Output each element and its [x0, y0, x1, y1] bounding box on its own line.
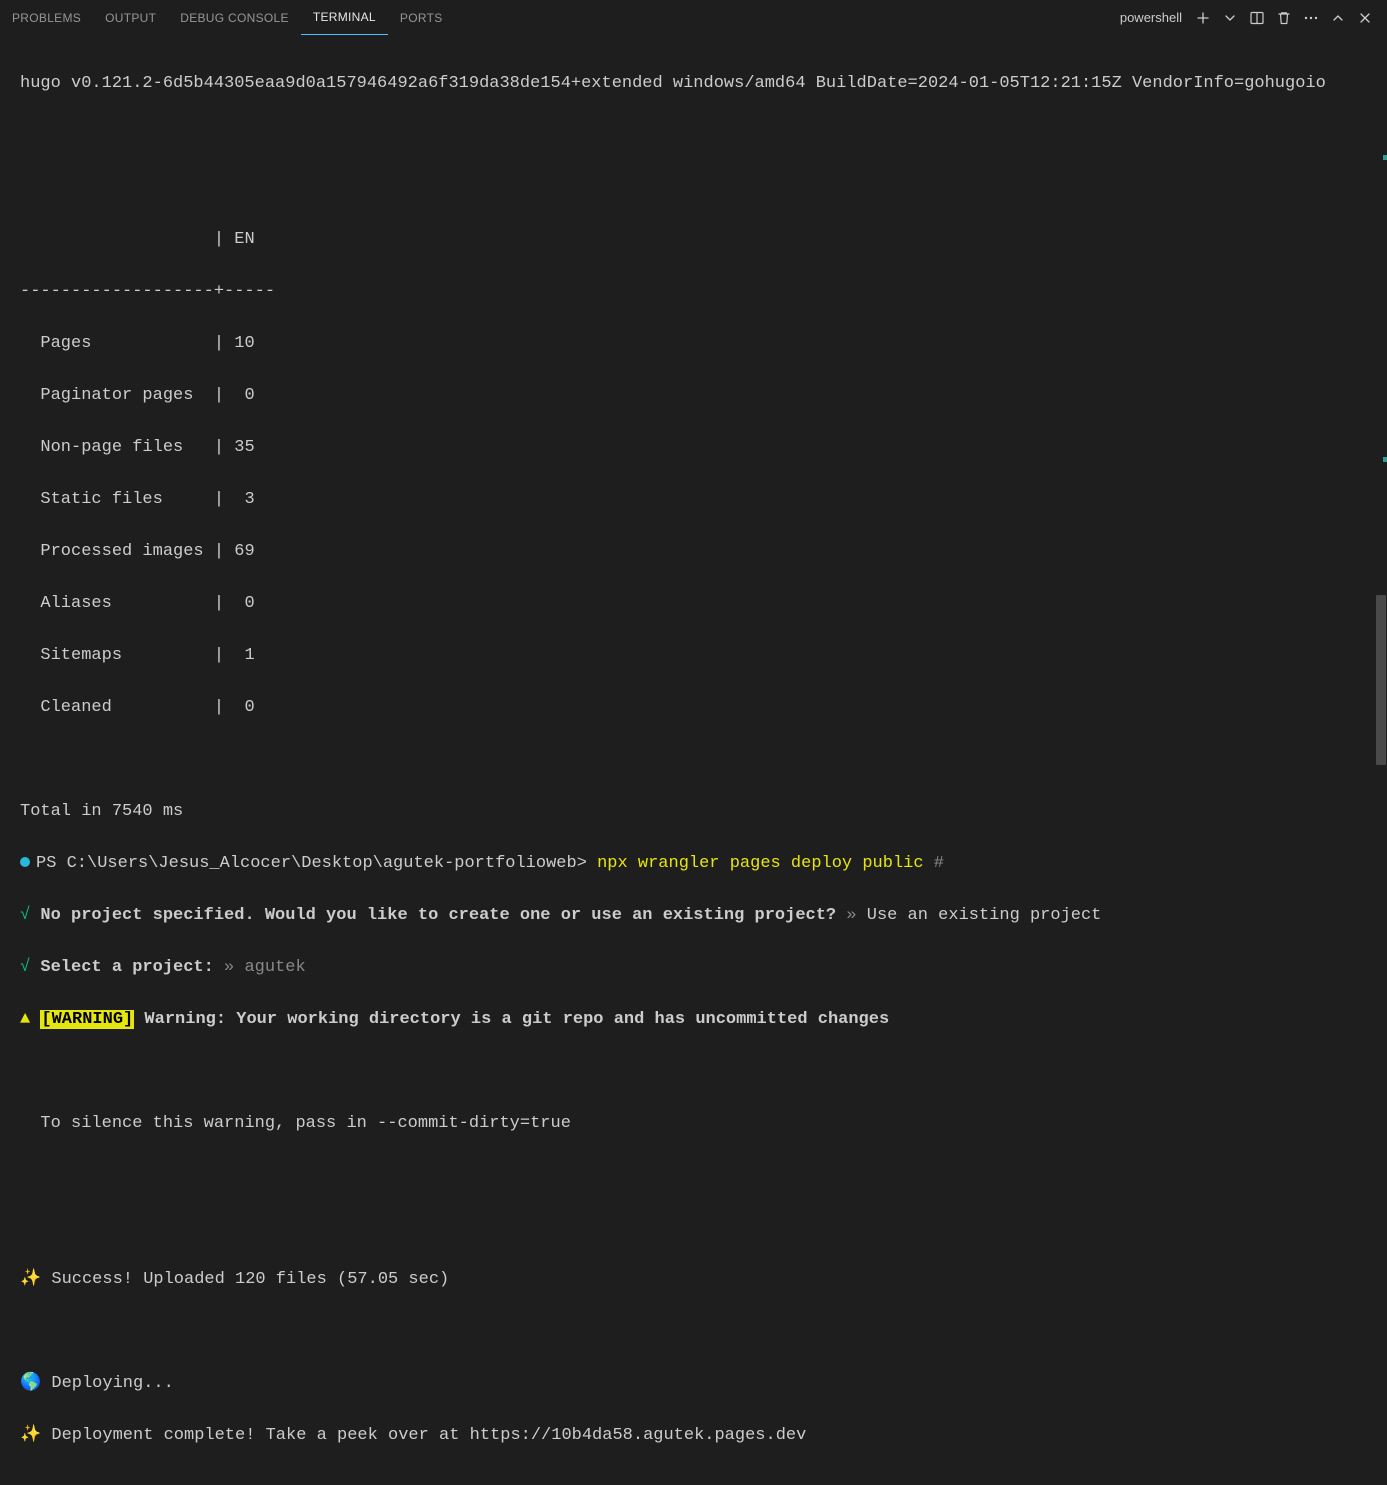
tab-terminal[interactable]: TERMINAL	[301, 0, 388, 35]
scrollbar-thumb[interactable]	[1376, 595, 1386, 765]
prompt-path: PS C:\Users\Jesus_Alcocer\Desktop\agutek…	[36, 854, 597, 873]
blank-line	[20, 747, 1367, 773]
tab-debug-console[interactable]: DEBUG CONSOLE	[168, 0, 301, 35]
terminal-scrollbar[interactable]	[1375, 35, 1387, 778]
globe-icon: 🌎	[20, 1374, 41, 1393]
blank-line	[20, 1215, 1367, 1241]
table-row: Paginator pages | 0	[20, 383, 1367, 409]
deployment-complete-line: ✨ Deployment complete! Take a peek over …	[20, 1423, 1367, 1449]
terminal-dropdown-icon[interactable]	[1218, 6, 1242, 30]
table-row: Sitemaps | 1	[20, 643, 1367, 669]
warning-line: ▲ [WARNING] Warning: Your working direct…	[20, 1007, 1367, 1033]
prompt-line: PS C:\Users\Jesus_Alcocer\Desktop\agutek…	[20, 851, 1367, 877]
panel-actions: powershell	[1109, 6, 1377, 30]
prompt-question-1: √ No project specified. Would you like t…	[20, 903, 1367, 929]
question-text: No project specified. Would you like to …	[30, 906, 836, 925]
terminal-output[interactable]: hugo v0.121.2-6d5b44305eaa9d0a157946492a…	[0, 35, 1387, 1485]
prompt-command: npx wrangler pages deploy public	[597, 854, 934, 873]
table-header: | EN	[20, 227, 1367, 253]
answer-text: Use an existing project	[867, 906, 1102, 925]
blank-line	[20, 1163, 1367, 1189]
warning-tag: [WARNING]	[40, 1010, 134, 1029]
blank-line	[20, 1059, 1367, 1085]
maximize-panel-button[interactable]	[1326, 6, 1350, 30]
panel-tabs: PROBLEMS OUTPUT DEBUG CONSOLE TERMINAL P…	[0, 0, 455, 35]
silence-hint: To silence this warning, pass in --commi…	[20, 1111, 1367, 1137]
scroll-marker	[1383, 457, 1387, 462]
table-row: Non-page files | 35	[20, 435, 1367, 461]
check-icon: √	[20, 906, 30, 925]
prompt-hash: #	[934, 854, 944, 873]
success-text: Success! Uploaded 120 files (57.05 sec)	[41, 1270, 449, 1289]
warning-text: Warning: Your working directory is a git…	[134, 1010, 889, 1029]
hugo-version-line: hugo v0.121.2-6d5b44305eaa9d0a157946492a…	[20, 71, 1367, 97]
tab-ports[interactable]: PORTS	[388, 0, 455, 35]
answer-text: » agutek	[214, 958, 306, 977]
success-line: ✨ Success! Uploaded 120 files (57.05 sec…	[20, 1267, 1367, 1293]
prompt-question-2: √ Select a project: » agutek	[20, 955, 1367, 981]
sparkle-icon: ✨	[20, 1270, 41, 1289]
table-row: Pages | 10	[20, 331, 1367, 357]
tab-output[interactable]: OUTPUT	[93, 0, 168, 35]
scroll-marker	[1383, 155, 1387, 160]
total-time: Total in 7540 ms	[20, 799, 1367, 825]
warning-triangle-icon: ▲	[20, 1010, 40, 1029]
blank-line	[20, 123, 1367, 149]
table-row: Aliases | 0	[20, 591, 1367, 617]
blank-line	[20, 175, 1367, 201]
panel-header: PROBLEMS OUTPUT DEBUG CONSOLE TERMINAL P…	[0, 0, 1387, 35]
close-panel-button[interactable]	[1353, 6, 1377, 30]
kill-terminal-button[interactable]	[1272, 6, 1296, 30]
shell-selector[interactable]: powershell	[1109, 10, 1188, 25]
table-row: Static files | 3	[20, 487, 1367, 513]
sparkle-icon: ✨	[20, 1426, 41, 1445]
split-terminal-button[interactable]	[1245, 6, 1269, 30]
table-row: Cleaned | 0	[20, 695, 1367, 721]
tab-problems[interactable]: PROBLEMS	[0, 0, 93, 35]
new-terminal-button[interactable]	[1191, 6, 1215, 30]
deploying-line: 🌎 Deploying...	[20, 1371, 1367, 1397]
blank-line	[20, 1319, 1367, 1345]
deploying-text: Deploying...	[41, 1374, 174, 1393]
arrow: »	[836, 906, 867, 925]
table-separator: -------------------+-----	[20, 279, 1367, 305]
check-icon: √	[20, 958, 30, 977]
question-text: Select a project:	[30, 958, 214, 977]
complete-text: Deployment complete! Take a peek over at…	[41, 1426, 806, 1445]
more-actions-button[interactable]	[1299, 6, 1323, 30]
table-row: Processed images | 69	[20, 539, 1367, 565]
shell-name: powershell	[1120, 10, 1182, 25]
